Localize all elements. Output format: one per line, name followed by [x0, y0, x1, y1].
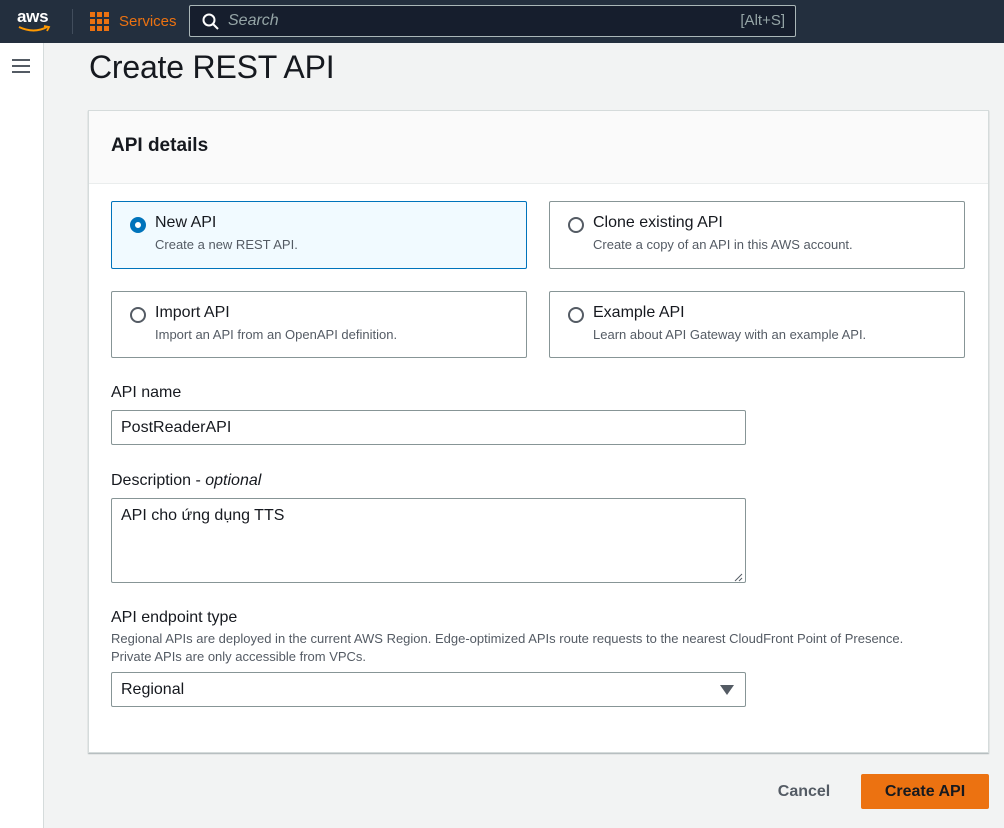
services-grid-icon — [90, 11, 109, 31]
tile-title: Example API — [593, 304, 685, 321]
tile-import-api[interactable]: Import API Import an API from an OpenAPI… — [111, 291, 527, 358]
api-details-panel: API details New API Create a new REST AP… — [88, 110, 989, 753]
top-navigation-bar: aws Services [Alt+S] — [0, 0, 1004, 43]
endpoint-type-select[interactable]: Regional — [111, 672, 746, 707]
tile-new-api[interactable]: New API Create a new REST API. — [111, 201, 527, 269]
endpoint-type-label: API endpoint type — [111, 609, 238, 626]
page-title: Create REST API — [89, 49, 335, 85]
radio-new-api[interactable] — [130, 217, 146, 233]
tile-title: Import API — [155, 304, 230, 321]
cancel-button[interactable]: Cancel — [762, 774, 846, 809]
panel-header: API details — [89, 111, 988, 184]
search-icon — [202, 13, 219, 30]
endpoint-type-hint-private: Private APIs are only accessible from VP… — [111, 649, 367, 664]
create-api-button[interactable]: Create API — [861, 774, 989, 809]
search-shortcut-hint: [Alt+S] — [740, 12, 785, 29]
services-label: Services — [119, 12, 177, 30]
aws-smile-icon — [18, 25, 51, 32]
optional-tag: optional — [205, 472, 262, 489]
caret-down-icon — [720, 685, 734, 695]
search-box[interactable]: [Alt+S] — [189, 5, 796, 37]
tile-clone-existing-api[interactable]: Clone existing API Create a copy of an A… — [549, 201, 965, 269]
radio-import-api[interactable] — [130, 307, 146, 323]
tile-title: New API — [155, 214, 217, 231]
description-textarea[interactable]: API cho ứng dụng TTS — [111, 498, 746, 583]
tile-title: Clone existing API — [593, 214, 723, 231]
tile-description: Learn about API Gateway with an example … — [593, 327, 867, 342]
services-menu-button[interactable]: Services — [90, 10, 177, 32]
nav-divider — [72, 9, 73, 34]
tile-description: Import an API from an OpenAPI definition… — [155, 327, 398, 342]
endpoint-type-hint: Regional APIs are deployed in the curren… — [111, 631, 904, 646]
api-name-label: API name — [111, 384, 182, 401]
side-navigation-strip — [0, 43, 44, 828]
endpoint-type-selected-value: Regional — [121, 681, 185, 698]
api-name-input[interactable] — [111, 410, 746, 445]
tile-example-api[interactable]: Example API Learn about API Gateway with… — [549, 291, 965, 358]
tile-description: Create a new REST API. — [155, 237, 298, 252]
tile-description: Create a copy of an API in this AWS acco… — [593, 237, 853, 252]
description-label: Description - optional — [111, 472, 261, 490]
aws-logo-text: aws — [17, 7, 49, 26]
search-input[interactable] — [228, 6, 708, 36]
resize-handle-icon[interactable] — [733, 572, 743, 582]
panel-title: API details — [111, 135, 209, 156]
description-label-text: Description - — [111, 472, 206, 489]
radio-clone-existing-api[interactable] — [568, 217, 584, 233]
menu-toggle-icon[interactable] — [12, 59, 30, 73]
aws-logo[interactable]: aws — [16, 7, 56, 35]
radio-example-api[interactable] — [568, 307, 584, 323]
